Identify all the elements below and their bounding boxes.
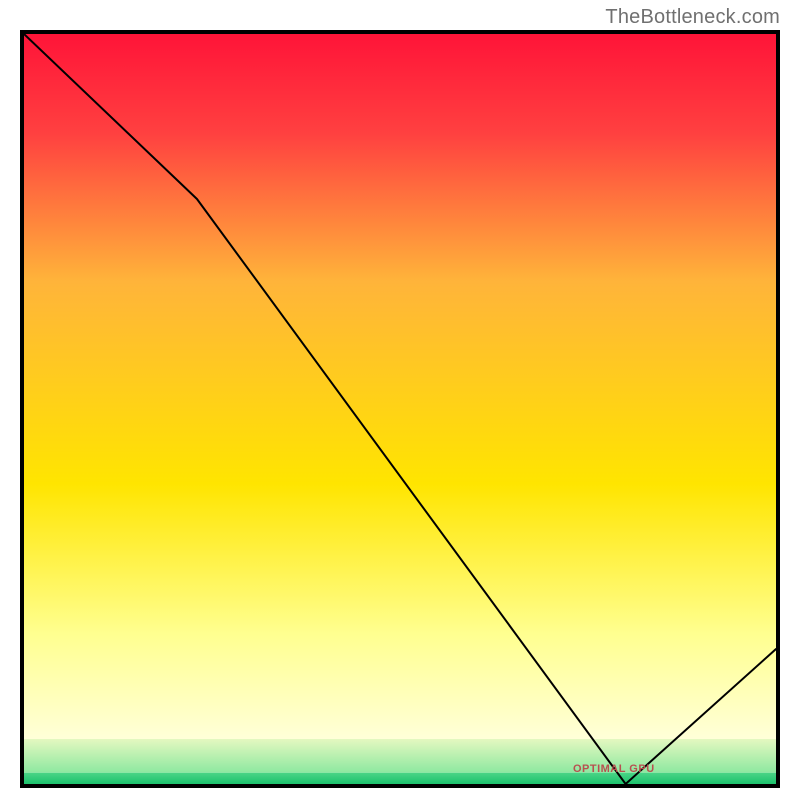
plot-area: OPTIMAL GPU — [24, 34, 776, 784]
watermark-text: TheBottleneck.com — [605, 6, 780, 29]
bottleneck-curve — [24, 34, 776, 784]
chart-frame: OPTIMAL GPU — [20, 30, 780, 788]
optimal-gpu-label: OPTIMAL GPU — [573, 763, 655, 775]
